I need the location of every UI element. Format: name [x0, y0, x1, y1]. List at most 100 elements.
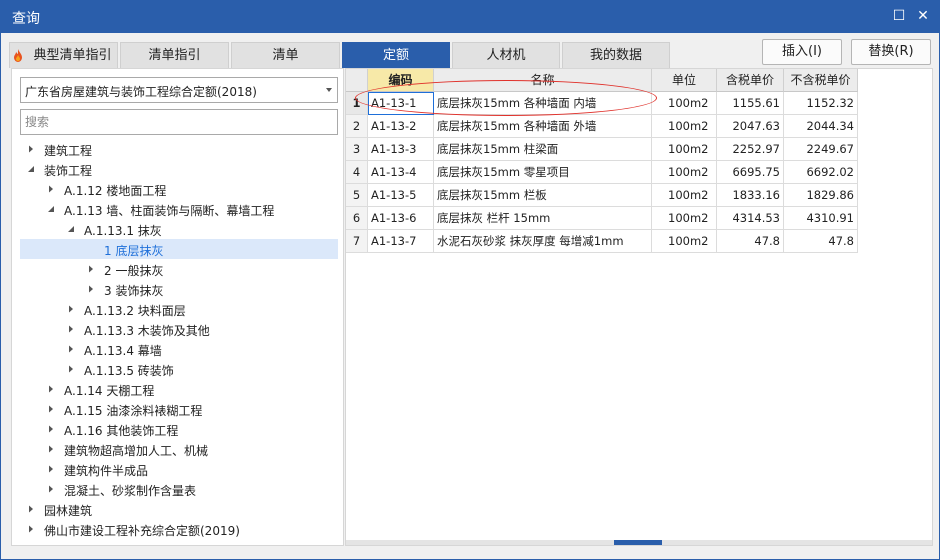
cell-name[interactable]: 底层抹灰15mm 各种墙面 内墙	[434, 92, 652, 115]
cell-unit[interactable]: 100m2	[652, 230, 717, 253]
cell-price-tax[interactable]: 47.8	[717, 230, 784, 253]
cell-name[interactable]: 底层抹灰15mm 栏板	[434, 184, 652, 207]
tree-node[interactable]: 装饰工程	[20, 159, 338, 179]
cell-name[interactable]: 底层抹灰 栏杆 15mm	[434, 207, 652, 230]
cell-name[interactable]: 底层抹灰15mm 零星项目	[434, 161, 652, 184]
tree-node[interactable]: 园林建筑	[20, 499, 338, 519]
tree-node[interactable]: 3 装饰抹灰	[20, 279, 338, 299]
tree-node-label: A.1.16 其他装饰工程	[64, 424, 179, 438]
tree-node[interactable]: 建筑工程	[20, 139, 338, 159]
cell-price-no-tax[interactable]: 1152.32	[784, 92, 858, 115]
close-icon[interactable]: ✕	[912, 5, 934, 27]
cell-price-tax[interactable]: 1155.61	[717, 92, 784, 115]
collapsed-arrow-icon[interactable]	[46, 384, 56, 394]
tab-typical-bill-guide[interactable]: 典型清单指引	[9, 42, 118, 68]
search-input[interactable]	[20, 109, 338, 135]
tree-node[interactable]: A.1.16 其他装饰工程	[20, 419, 338, 439]
expanded-arrow-icon[interactable]	[46, 204, 56, 214]
collapsed-arrow-icon[interactable]	[46, 184, 56, 194]
maximize-icon[interactable]: ☐	[888, 5, 910, 27]
insert-button[interactable]: 插入(I)	[762, 39, 842, 65]
tab-my-data[interactable]: 我的数据	[562, 42, 670, 68]
collapsed-arrow-icon[interactable]	[26, 144, 36, 154]
scrollbar-thumb[interactable]	[614, 540, 662, 545]
cell-price-no-tax[interactable]: 47.8	[784, 230, 858, 253]
cell-price-tax[interactable]: 2047.63	[717, 115, 784, 138]
collapsed-arrow-icon[interactable]	[86, 264, 96, 274]
tab-quota[interactable]: 定额	[342, 42, 450, 68]
cell-code[interactable]: A1-13-1	[368, 92, 434, 115]
tab-bill-guide[interactable]: 清单指引	[120, 42, 229, 68]
cell-price-tax[interactable]: 6695.75	[717, 161, 784, 184]
cell-unit[interactable]: 100m2	[652, 115, 717, 138]
tree-node-label: A.1.12 楼地面工程	[64, 184, 167, 198]
flame-icon	[14, 49, 22, 62]
cell-price-tax[interactable]: 2252.97	[717, 138, 784, 161]
column-header-price-tax[interactable]: 含税单价	[717, 69, 784, 92]
tree-node[interactable]: 2 一般抹灰	[20, 259, 338, 279]
cell-name[interactable]: 底层抹灰15mm 柱梁面	[434, 138, 652, 161]
expanded-arrow-icon[interactable]	[66, 224, 76, 234]
tab-bill[interactable]: 清单	[231, 42, 340, 68]
row-number: 2	[346, 115, 368, 138]
tree-node[interactable]: 建筑物超高增加人工、机械	[20, 439, 338, 459]
column-header-price-no-tax[interactable]: 不含税单价	[784, 69, 858, 92]
collapsed-arrow-icon[interactable]	[86, 284, 96, 294]
cell-price-no-tax[interactable]: 1829.86	[784, 184, 858, 207]
cell-price-no-tax[interactable]: 6692.02	[784, 161, 858, 184]
cell-unit[interactable]: 100m2	[652, 207, 717, 230]
tree-node[interactable]: A.1.15 油漆涂料裱糊工程	[20, 399, 338, 419]
tree-node[interactable]: 混凝土、砂浆制作含量表	[20, 479, 338, 499]
cell-name[interactable]: 底层抹灰15mm 各种墙面 外墙	[434, 115, 652, 138]
collapsed-arrow-icon[interactable]	[46, 484, 56, 494]
tree-node-label: A.1.13.4 幕墙	[84, 344, 162, 358]
expanded-arrow-icon[interactable]	[26, 164, 36, 174]
cell-code[interactable]: A1-13-4	[368, 161, 434, 184]
tree-node[interactable]: 1 底层抹灰	[20, 239, 338, 259]
tree-node[interactable]: A.1.13 墙、柱面装饰与隔断、幕墙工程	[20, 199, 338, 219]
cell-unit[interactable]: 100m2	[652, 161, 717, 184]
tree-node[interactable]: A.1.13.3 木装饰及其他	[20, 319, 338, 339]
cell-code[interactable]: A1-13-7	[368, 230, 434, 253]
tree-node[interactable]: A.1.14 天棚工程	[20, 379, 338, 399]
column-header-code[interactable]: 编码	[368, 69, 434, 92]
tree-node[interactable]: A.1.13.5 砖装饰	[20, 359, 338, 379]
tab-labor-material-machine[interactable]: 人材机	[452, 42, 560, 68]
cell-price-tax[interactable]: 4314.53	[717, 207, 784, 230]
replace-button[interactable]: 替换(R)	[851, 39, 931, 65]
cell-unit[interactable]: 100m2	[652, 138, 717, 161]
cell-name[interactable]: 水泥石灰砂浆 抹灰厚度 每增减1mm	[434, 230, 652, 253]
cell-unit[interactable]: 100m2	[652, 184, 717, 207]
tree-node[interactable]: A.1.13.4 幕墙	[20, 339, 338, 359]
collapsed-arrow-icon[interactable]	[26, 524, 36, 534]
cell-price-no-tax[interactable]: 2249.67	[784, 138, 858, 161]
collapsed-arrow-icon[interactable]	[66, 324, 76, 334]
tree-node[interactable]: A.1.13.1 抹灰	[20, 219, 338, 239]
horizontal-scrollbar[interactable]	[346, 540, 932, 545]
tree-node[interactable]: 佛山市建设工程补充综合定额(2019)	[20, 519, 338, 539]
collapsed-arrow-icon[interactable]	[66, 304, 76, 314]
cell-price-tax[interactable]: 1833.16	[717, 184, 784, 207]
column-header-unit[interactable]: 单位	[652, 69, 717, 92]
collapsed-arrow-icon[interactable]	[46, 424, 56, 434]
tree-node-label: 佛山市建设工程补充综合定额(2019)	[44, 524, 240, 538]
column-header-name[interactable]: 名称	[434, 69, 652, 92]
tree-node[interactable]: 建筑构件半成品	[20, 459, 338, 479]
cell-code[interactable]: A1-13-3	[368, 138, 434, 161]
cell-code[interactable]: A1-13-5	[368, 184, 434, 207]
tree-node-label: A.1.13.2 块料面层	[84, 304, 186, 318]
cell-code[interactable]: A1-13-2	[368, 115, 434, 138]
cell-unit[interactable]: 100m2	[652, 92, 717, 115]
library-select[interactable]: 广东省房屋建筑与装饰工程综合定额(2018)	[20, 77, 338, 103]
cell-price-no-tax[interactable]: 4310.91	[784, 207, 858, 230]
collapsed-arrow-icon[interactable]	[26, 504, 36, 514]
collapsed-arrow-icon[interactable]	[46, 464, 56, 474]
tree-node[interactable]: A.1.12 楼地面工程	[20, 179, 338, 199]
tree-node[interactable]: A.1.13.2 块料面层	[20, 299, 338, 319]
collapsed-arrow-icon[interactable]	[46, 444, 56, 454]
collapsed-arrow-icon[interactable]	[66, 364, 76, 374]
collapsed-arrow-icon[interactable]	[66, 344, 76, 354]
cell-code[interactable]: A1-13-6	[368, 207, 434, 230]
cell-price-no-tax[interactable]: 2044.34	[784, 115, 858, 138]
collapsed-arrow-icon[interactable]	[46, 404, 56, 414]
